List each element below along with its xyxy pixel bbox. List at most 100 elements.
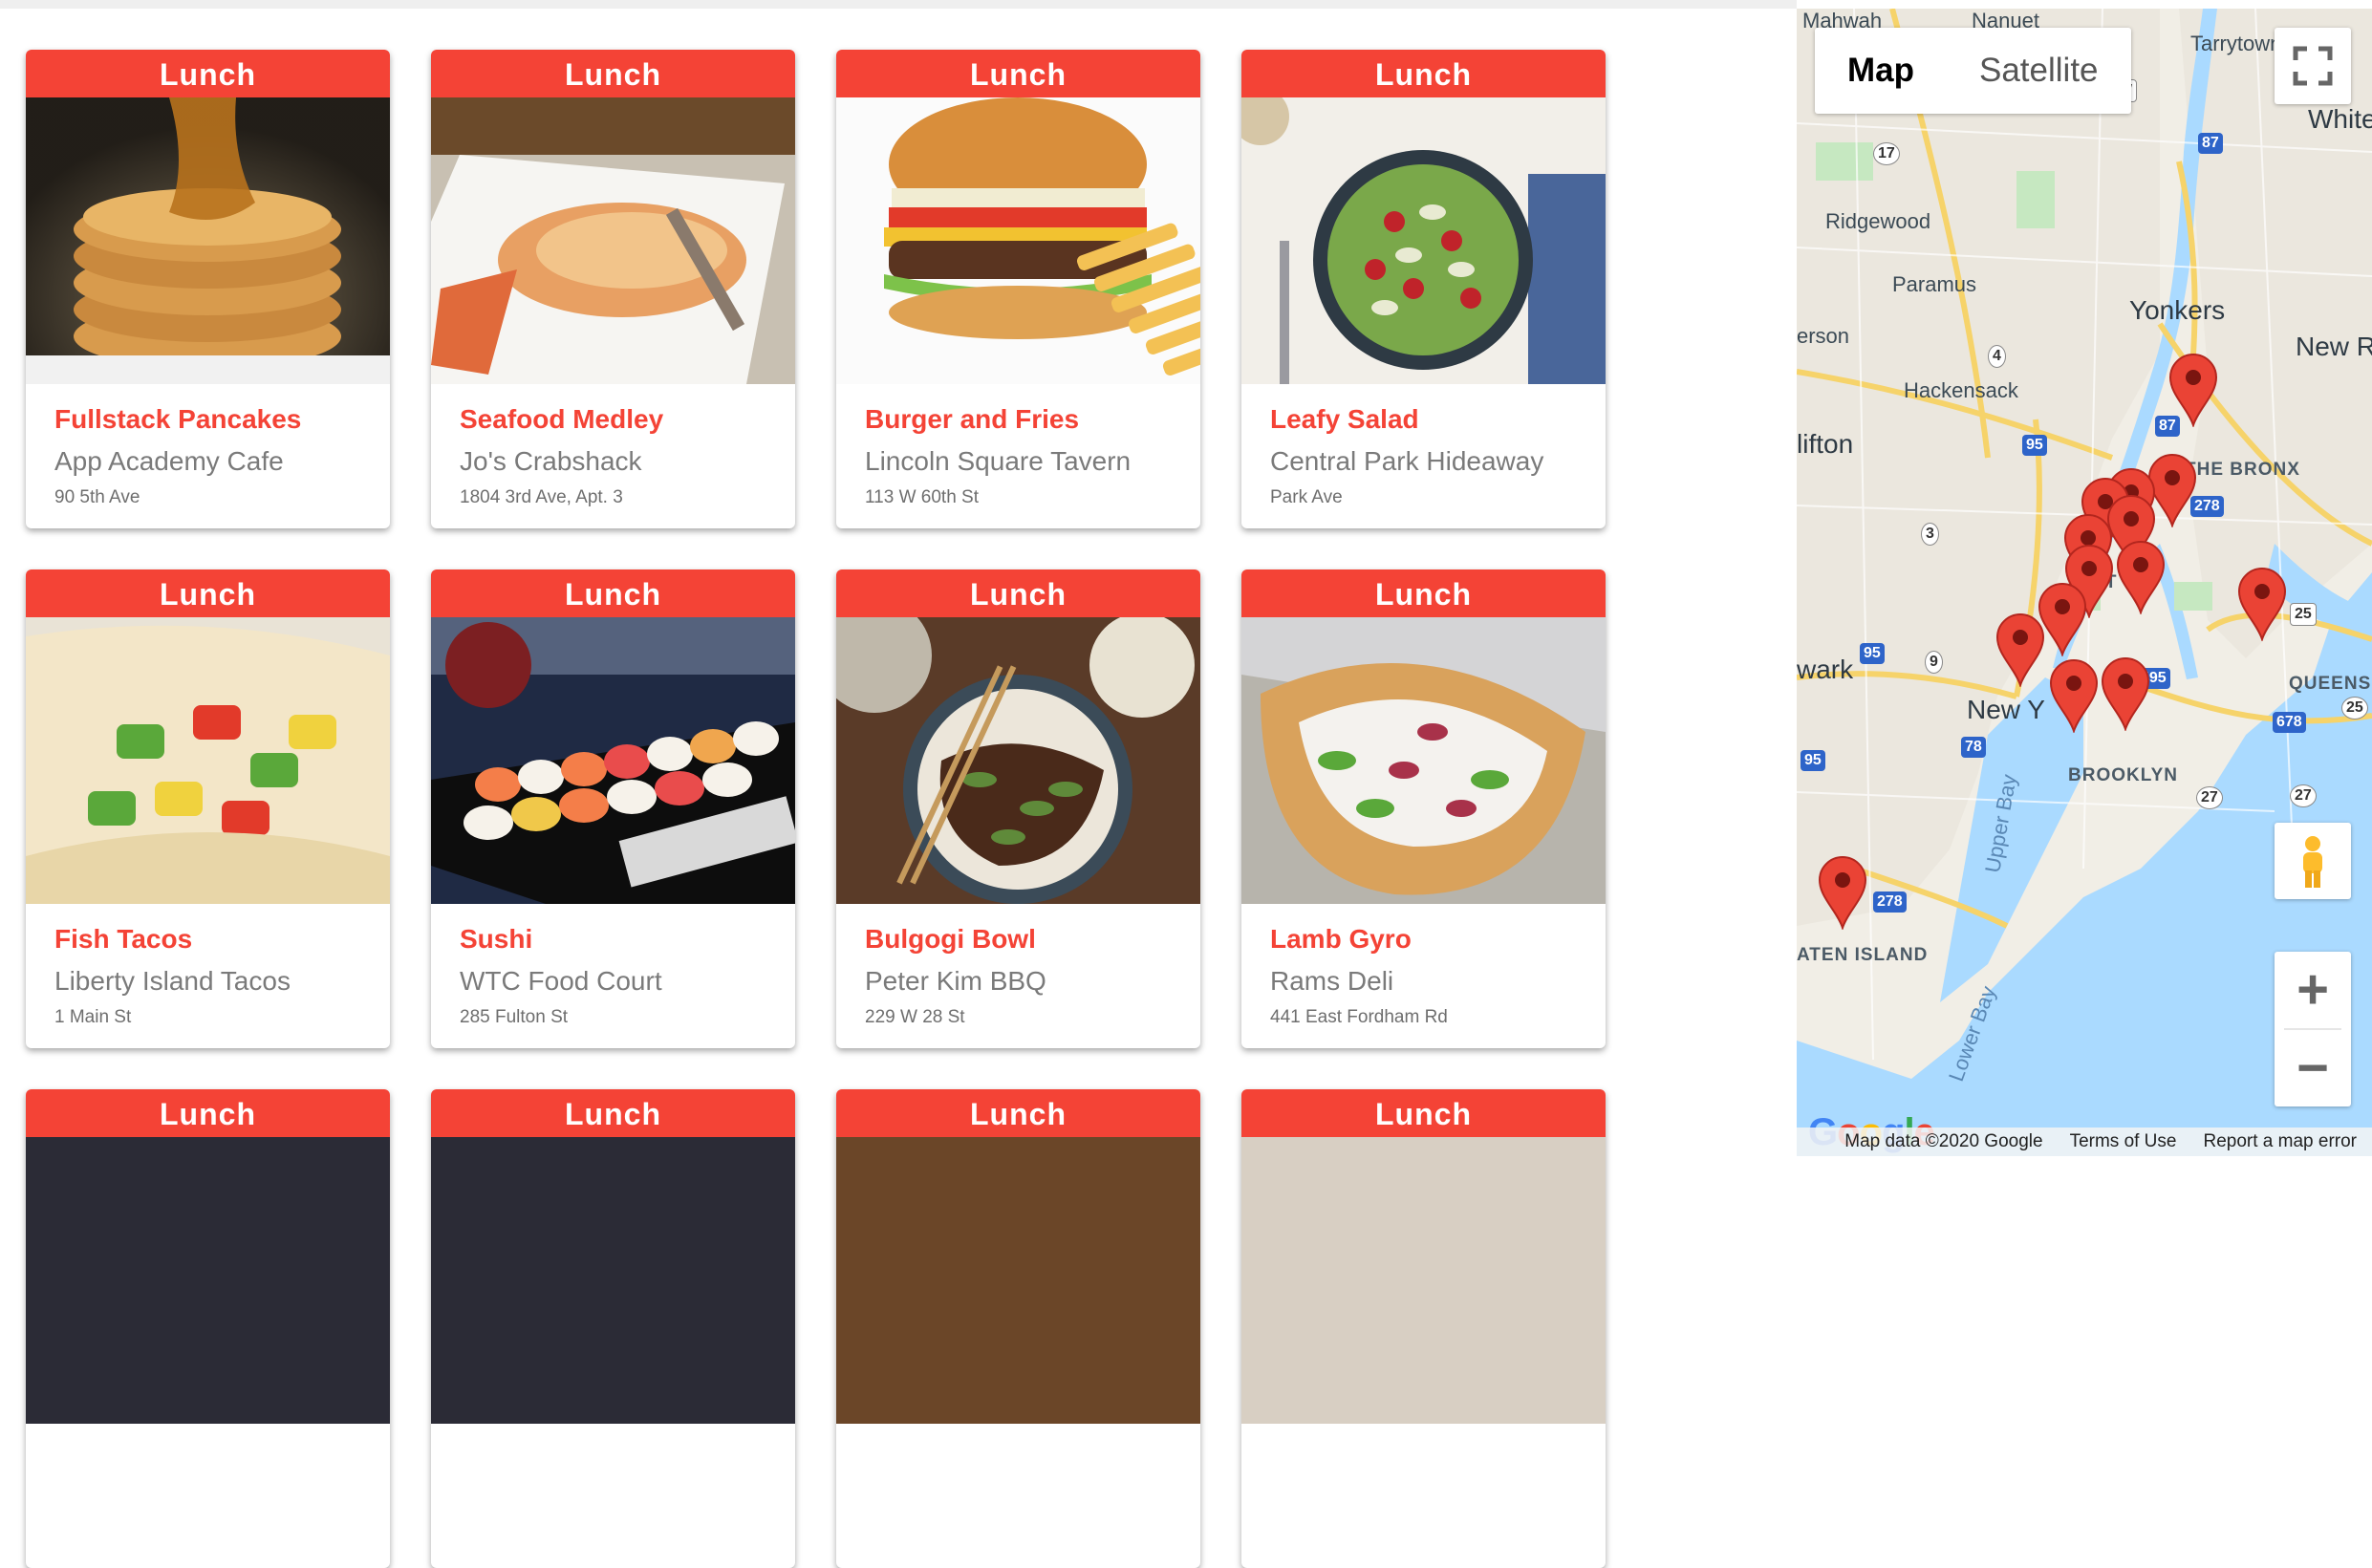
fullscreen-icon bbox=[2293, 46, 2333, 86]
dish-photo[interactable] bbox=[431, 1137, 795, 1424]
restaurant-address: 285 Fulton St bbox=[460, 1007, 569, 1027]
restaurant-address: Park Ave bbox=[1270, 487, 1343, 507]
marker-pin-icon bbox=[2116, 541, 2166, 616]
restaurant-address: 229 W 28 St bbox=[865, 1007, 965, 1027]
pegman-icon bbox=[2303, 836, 2322, 888]
dish-photo[interactable] bbox=[1241, 97, 1606, 384]
dish-photo[interactable] bbox=[26, 97, 390, 384]
dish-card[interactable]: Lunch Lamb Gyro Rams Deli 441 East Fordham… bbox=[1241, 569, 1606, 1048]
dish-name[interactable]: Seafood Medley bbox=[460, 403, 766, 436]
meal-type-badge: Lunch bbox=[26, 1089, 390, 1137]
route-shield: 27 bbox=[2290, 784, 2317, 807]
terms-of-use-link[interactable]: Terms of Use bbox=[2070, 1131, 2177, 1152]
restaurant-address: 441 East Fordham Rd bbox=[1270, 1007, 1448, 1027]
map-marker[interactable] bbox=[2116, 540, 2166, 616]
meal-type-badge: Lunch bbox=[431, 50, 795, 97]
dish-info: Fullstack Pancakes App Academy Cafe 90 5th… bbox=[26, 384, 390, 509]
meal-type-badge: Lunch bbox=[836, 1089, 1200, 1137]
dish-card[interactable]: Lunch Fullstack Pancakes App Academy Cafe… bbox=[26, 50, 390, 528]
map-marker[interactable] bbox=[2237, 567, 2287, 643]
dish-name[interactable]: Lamb Gyro bbox=[1270, 923, 1577, 956]
route-shield: 3 bbox=[1921, 523, 1939, 546]
map-label: Ridgewood bbox=[1825, 209, 1931, 233]
dish-card[interactable]: Lunch Leafy Salad Central Park Hideaway Pa… bbox=[1241, 50, 1606, 528]
map-type-map-button[interactable]: Map bbox=[1815, 28, 1947, 114]
dish-name[interactable]: Sushi bbox=[460, 923, 766, 956]
dish-name[interactable]: Leafy Salad bbox=[1270, 403, 1577, 436]
route-shield: 17 bbox=[1873, 142, 1900, 165]
restaurant-name: Peter Kim BBQ bbox=[865, 966, 1046, 996]
dish-card[interactable]: Lunch bbox=[1241, 1089, 1606, 1568]
dish-photo[interactable] bbox=[836, 97, 1200, 384]
route-shield: 27 bbox=[2196, 786, 2223, 809]
dish-name[interactable]: Bulgogi Bowl bbox=[865, 923, 1172, 956]
meal-type-badge: Lunch bbox=[431, 1089, 795, 1137]
map-label: Tarrytown bbox=[2190, 32, 2282, 55]
dish-name[interactable]: Fullstack Pancakes bbox=[54, 403, 361, 436]
route-shield: 678 bbox=[2273, 712, 2306, 733]
map-label: wark bbox=[1797, 655, 1854, 684]
dish-name[interactable]: Fish Tacos bbox=[54, 923, 361, 956]
route-shield: 95 bbox=[1860, 643, 1885, 664]
dish-card[interactable]: Lunch bbox=[26, 1089, 390, 1568]
dish-photo[interactable] bbox=[431, 617, 795, 904]
dish-photo[interactable] bbox=[431, 97, 795, 384]
restaurant-address: 1804 3rd Ave, Apt. 3 bbox=[460, 487, 623, 507]
marker-pin-icon bbox=[2101, 657, 2150, 733]
map-data-credit: Map data ©2020 Google bbox=[1844, 1131, 2043, 1151]
dish-photo[interactable] bbox=[26, 1137, 390, 1424]
map-type-control: Map Satellite bbox=[1815, 28, 2131, 114]
dish-info: Burger and Fries Lincoln Square Tavern 113… bbox=[836, 384, 1200, 509]
dish-card[interactable]: Lunch Fish Tacos Liberty Island Tacos 1 Ma… bbox=[26, 569, 390, 1048]
zoom-out-button[interactable]: − bbox=[2275, 1030, 2351, 1106]
dish-card[interactable]: Lunch Sushi WTC Food Court 285 Fulton St bbox=[431, 569, 795, 1048]
dish-photo[interactable] bbox=[836, 1137, 1200, 1424]
report-map-error-link[interactable]: Report a map error bbox=[2203, 1131, 2357, 1152]
zoom-control: + − bbox=[2275, 952, 2351, 1106]
map-label: New Roc bbox=[2296, 332, 2372, 361]
route-shield: 4 bbox=[1988, 345, 2006, 368]
restaurant-name: Central Park Hideaway bbox=[1270, 446, 1544, 476]
marker-pin-icon bbox=[1818, 856, 1867, 932]
dish-card[interactable]: Lunch bbox=[836, 1089, 1200, 1568]
dish-photo[interactable] bbox=[26, 617, 390, 904]
map-marker[interactable] bbox=[1818, 855, 1867, 932]
fullscreen-button[interactable] bbox=[2275, 28, 2351, 104]
map-marker[interactable] bbox=[2049, 658, 2099, 735]
dish-name[interactable]: Burger and Fries bbox=[865, 403, 1172, 436]
map-type-satellite-button[interactable]: Satellite bbox=[1947, 28, 2131, 114]
restaurant-name: Rams Deli bbox=[1270, 966, 1394, 996]
dish-card[interactable]: Lunch Burger and Fries Lincoln Square Tav… bbox=[836, 50, 1200, 528]
restaurant-name: Lincoln Square Tavern bbox=[865, 446, 1132, 476]
route-shield: 95 bbox=[2022, 435, 2047, 456]
meal-type-badge: Lunch bbox=[431, 569, 795, 617]
dish-photo[interactable] bbox=[1241, 1137, 1606, 1424]
dish-info: Sushi WTC Food Court 285 Fulton St bbox=[431, 904, 795, 1029]
marker-pin-icon bbox=[2237, 568, 2287, 643]
map-panel[interactable]: Mahwah Nanuet Tarrytown White Ridgewood … bbox=[1797, 9, 2372, 1156]
map-marker[interactable] bbox=[2168, 353, 2218, 429]
meal-type-badge: Lunch bbox=[1241, 1089, 1606, 1137]
map-marker[interactable] bbox=[2101, 656, 2150, 733]
dish-card[interactable]: Lunch Bulgogi Bowl Peter Kim BBQ 229 W 28 … bbox=[836, 569, 1200, 1048]
map-label: ATEN ISLAND bbox=[1797, 945, 1929, 965]
dish-info: Fish Tacos Liberty Island Tacos 1 Main St bbox=[26, 904, 390, 1029]
map-attribution: Map data ©2020 Google Terms of Use Repor… bbox=[1797, 1128, 2372, 1156]
street-view-button[interactable] bbox=[2275, 823, 2351, 899]
dish-photo[interactable] bbox=[836, 617, 1200, 904]
restaurant-name: App Academy Cafe bbox=[54, 446, 284, 476]
zoom-in-button[interactable]: + bbox=[2275, 952, 2351, 1028]
map-label: erson bbox=[1797, 324, 1850, 348]
dish-photo[interactable] bbox=[1241, 617, 1606, 904]
dish-info: Bulgogi Bowl Peter Kim BBQ 229 W 28 St bbox=[836, 904, 1200, 1029]
restaurant-name: Jo's Crabshack bbox=[460, 446, 642, 476]
dish-info: Lamb Gyro Rams Deli 441 East Fordham Rd bbox=[1241, 904, 1606, 1029]
map-label: White bbox=[2308, 104, 2372, 134]
map-marker[interactable] bbox=[1995, 612, 2045, 689]
map-label: Yonkers bbox=[2129, 295, 2226, 325]
restaurant-address: 113 W 60th St bbox=[865, 487, 979, 507]
meal-type-badge: Lunch bbox=[26, 569, 390, 617]
dish-info: Leafy Salad Central Park Hideaway Park Ave bbox=[1241, 384, 1606, 509]
dish-card[interactable]: Lunch Seafood Medley Jo's Crabshack 1804 3… bbox=[431, 50, 795, 528]
dish-card[interactable]: Lunch bbox=[431, 1089, 795, 1568]
